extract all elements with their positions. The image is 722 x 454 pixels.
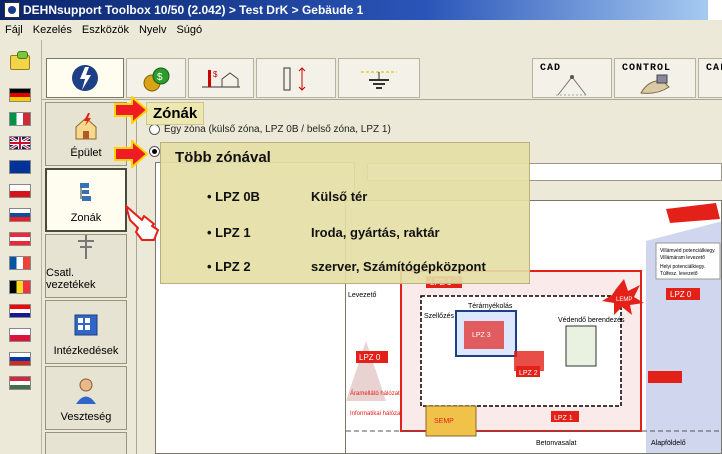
earth-symbol-icon [361,71,397,89]
callout-lpz: • LPZ 0B [207,189,260,204]
flag-pl-icon[interactable] [9,328,31,342]
cad-label: CAD [540,63,562,74]
diagram-lpz3-label: LPZ 3 [472,332,491,339]
callout-desc: Iroda, gyártás, raktár [311,225,440,240]
compass-icon [556,75,588,96]
sidebar-item-label: Intézkedések [53,345,119,357]
sidebar-item-zonak[interactable]: Zonák [45,168,127,232]
power-line-icon [72,233,100,261]
diagram-levezeto: Levezető [348,292,377,299]
person-icon [72,377,100,405]
house-lightning-icon [72,113,100,141]
sidebar-item-label: Csatl. vezetékek [46,267,96,291]
menu-bar: Fájl Kezelés Eszközök Nyelv Súgó [0,20,722,40]
flag-sk-icon[interactable] [9,208,31,222]
zonak-callout-label: Zónák [146,102,205,125]
control-button[interactable]: CONTROL [614,58,696,98]
lightning-protection-button[interactable] [46,58,124,98]
sidebar-item-more[interactable] [45,432,127,454]
flag-hr-icon[interactable] [9,304,31,318]
cost-button[interactable]: $ [126,58,186,98]
diagram-legend-4: Túlfesz. levezető [660,271,698,277]
single-zone-radio[interactable] [149,124,160,135]
diagram-legend-1: Villámvéd potenciálkiegy. [660,248,716,254]
menu-sugo[interactable]: Súgó [171,24,207,36]
single-zone-option[interactable]: Egy zóna (külső zóna, LPZ 0B / belső zón… [149,124,391,135]
app-icon [4,2,20,18]
svg-text:$: $ [157,72,163,83]
sidebar-item-label: Veszteség [60,411,112,423]
callout-row-lpz0b: • LPZ 0B Külső tér [207,189,367,204]
flag-cz-icon[interactable] [9,184,31,198]
pointing-hand-icon [125,205,159,241]
single-zone-label: Egy zóna (külső zóna, LPZ 0B / belső zón… [164,124,391,135]
menu-kezeles[interactable]: Kezelés [28,24,77,36]
callout-lpz: • LPZ 2 [207,259,251,274]
menu-file[interactable]: Fájl [0,24,28,36]
flag-uk-icon[interactable] [9,135,31,151]
diagram-lemp-label: LEMP [616,297,632,303]
diagram-alapfoldelo: Alapföldelő [651,440,686,447]
svg-text:LPZ 1: LPZ 1 [554,415,573,422]
flag-fr-icon[interactable] [9,256,31,270]
diagram-szellozes: Szellőzés [424,313,454,320]
lightning-protection-icon [72,65,98,91]
cad-button[interactable]: CAD [532,58,612,98]
sidebar-item-csatl-vezetekek[interactable]: Csatl. vezetékek [45,234,127,298]
diagram-lpz2-label: LPZ 2 [519,370,538,377]
diagram-aramellato: Áramellátó hálózat [350,390,400,397]
diagram-legend-2: Villámáram levezető [660,255,705,261]
dehn-logo-icon [666,203,720,223]
callout-row-lpz1: • LPZ 1 Iroda, gyártás, raktár [207,225,440,240]
flag-it-icon[interactable] [9,112,31,126]
callout-desc: szerver, Számítógépközpont [311,259,486,274]
diagram-teramyekolas: Térárnyékolás [468,303,513,310]
diagram-informatikai: Informatikai hálózat [350,411,402,417]
arrow-right-icon [114,140,148,168]
multi-zone-radio[interactable] [149,146,160,157]
callout-lpz: • LPZ 1 [207,225,251,240]
menu-nyelv[interactable]: Nyelv [134,24,172,36]
diagram-betonvasalat: Betonvasalat [536,440,577,447]
sidebar-item-label: Épület [70,147,102,159]
callout-row-lpz2: • LPZ 2 szerver, Számítógépközpont [207,259,486,274]
multi-zone-callout: Több zónával • LPZ 0B Külső tér • LPZ 1 … [160,142,530,284]
diagram-lpz0b-label: LPZ 0 [359,353,381,362]
calculator-grid-icon [72,311,100,339]
diagram-legend-3: Helyi potenciálkiegy. [660,264,705,270]
menu-eszkozok[interactable]: Eszközök [77,24,134,36]
calc-label: CALC [706,63,722,74]
window-title: DEHNsupport Toolbox 10/50 (2.042) > Test… [23,3,364,17]
flag-hu-icon[interactable] [9,376,31,390]
building-dimension-icon: $ [202,70,240,88]
sidebar-item-veszteseg[interactable]: Veszteség [45,366,127,430]
language-bar [0,40,42,454]
earthing-cost-button[interactable]: $ [188,58,254,98]
flag-be-icon[interactable] [9,280,31,294]
flag-eu-icon[interactable] [9,160,31,174]
callout-title: Több zónával [175,149,271,166]
arrow-right-icon [114,96,148,124]
sidebar-item-intezkedesek[interactable]: Intézkedések [45,300,127,364]
control-label: CONTROL [622,63,672,74]
coins-icon: $ [143,67,170,92]
separation-distance-icon [283,67,306,91]
flag-at-icon[interactable] [9,232,31,246]
diagram-lpz0a-label: LPZ 0 [670,290,692,299]
open-folder-icon[interactable] [10,51,30,70]
diagram-semp: SEMP [434,418,454,425]
calc-button[interactable]: CALC [698,58,722,98]
zones-icon [72,178,100,206]
sidebar-item-label: Zonák [70,212,102,224]
callout-desc: Külső tér [311,189,368,204]
measuring-hand-icon [640,74,670,94]
title-bar: DEHNsupport Toolbox 10/50 (2.042) > Test… [0,0,708,20]
flag-de-icon[interactable] [9,88,31,102]
main-toolbar: $ $ CAD CONTROL CA [42,40,722,100]
flag-ru-icon[interactable] [9,352,31,366]
diagram-vedendo: Védendő berendezés [558,317,625,324]
earthing-button[interactable] [338,58,420,98]
separation-distance-button[interactable] [256,58,336,98]
svg-text:$: $ [213,70,218,79]
